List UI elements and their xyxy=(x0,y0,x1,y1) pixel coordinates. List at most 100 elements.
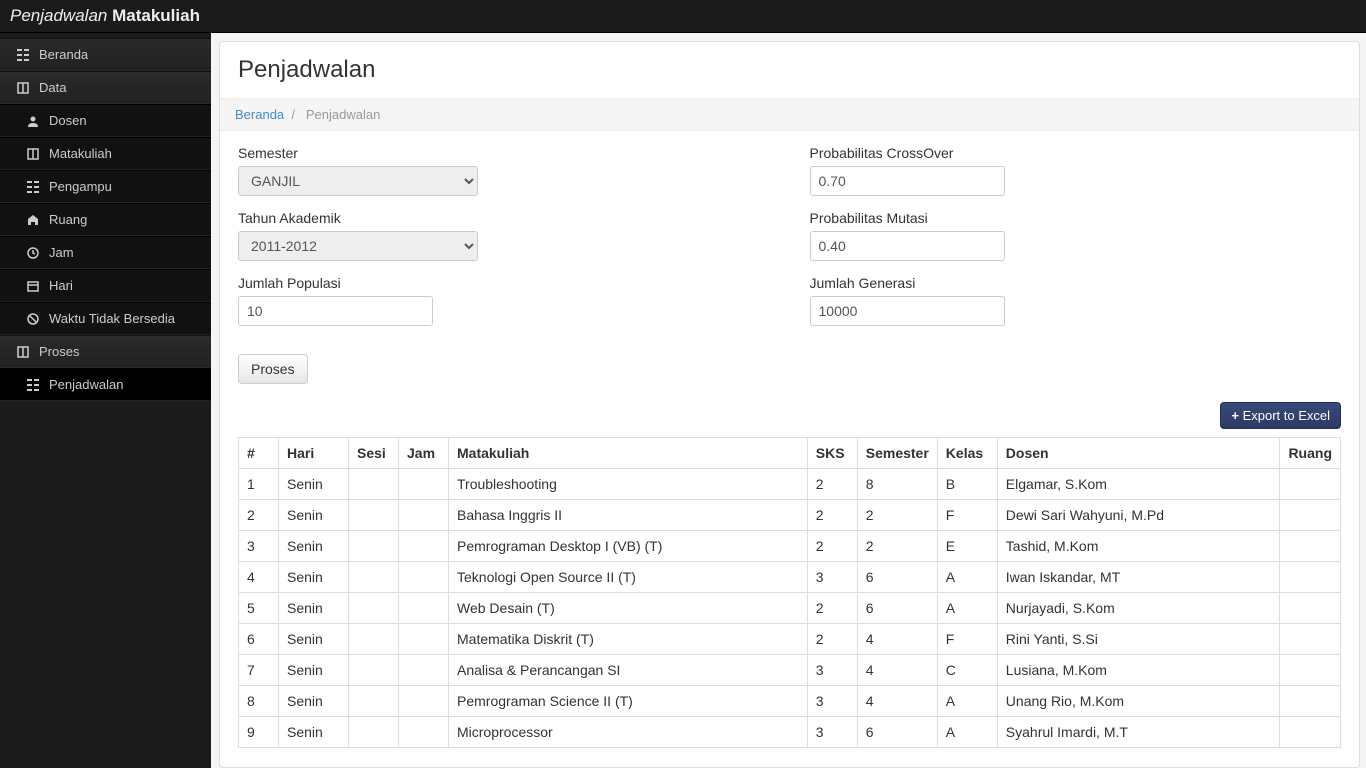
book-icon xyxy=(25,148,41,160)
col-semester: Semester xyxy=(857,438,937,469)
sidebar-item-label: Jam xyxy=(49,245,74,260)
cell-dosen: Dewi Sari Wahyuni, M.Pd xyxy=(997,500,1280,531)
cell-mk: Pemrograman Desktop I (VB) (T) xyxy=(449,531,808,562)
cell-kelas: A xyxy=(937,562,997,593)
cell-hari: Senin xyxy=(279,686,349,717)
table-row: 7SeninAnalisa & Perancangan SI34CLusiana… xyxy=(239,655,1341,686)
col-hari: Hari xyxy=(279,438,349,469)
cell-hari: Senin xyxy=(279,717,349,748)
cell-ruang xyxy=(1280,469,1341,500)
actions-row: Proses xyxy=(220,354,1359,402)
table-row: 9SeninMicroprocessor36ASyahrul Imardi, M… xyxy=(239,717,1341,748)
semester-select[interactable]: GANJIL xyxy=(238,166,478,196)
sidebar-item-dosen[interactable]: Dosen xyxy=(0,104,211,137)
populasi-input[interactable] xyxy=(238,296,433,326)
sidebar-item-label: Ruang xyxy=(49,212,87,227)
cell-kelas: C xyxy=(937,655,997,686)
grid-icon xyxy=(25,379,41,391)
sidebar-item-pengampu[interactable]: Pengampu xyxy=(0,170,211,203)
cell-n: 9 xyxy=(239,717,279,748)
cell-jam xyxy=(399,593,449,624)
sidebar-item-hari[interactable]: Hari xyxy=(0,269,211,302)
sidebar-item-beranda[interactable]: Beranda xyxy=(0,38,211,71)
main: Penjadwalan Beranda / Penjadwalan Semest… xyxy=(211,33,1366,768)
cell-mk: Troubleshooting xyxy=(449,469,808,500)
col-sesi: Sesi xyxy=(349,438,399,469)
cell-sesi xyxy=(349,717,399,748)
cell-sesi xyxy=(349,562,399,593)
cell-dosen: Elgamar, S.Kom xyxy=(997,469,1280,500)
col-matakuliah: Matakuliah xyxy=(449,438,808,469)
cell-mk: Analisa & Perancangan SI xyxy=(449,655,808,686)
sidebar-item-waktu-tidak-bersedia[interactable]: Waktu Tidak Bersedia xyxy=(0,302,211,335)
cell-sesi xyxy=(349,624,399,655)
cell-kelas: A xyxy=(937,686,997,717)
mutasi-input[interactable] xyxy=(810,231,1005,261)
book-icon xyxy=(15,346,31,358)
tahun-select[interactable]: 2011-2012 xyxy=(238,231,478,261)
cell-dosen: Unang Rio, M.Kom xyxy=(997,686,1280,717)
sidebar-item-data[interactable]: Data xyxy=(0,71,211,104)
cell-sks: 2 xyxy=(807,500,857,531)
proses-button[interactable]: Proses xyxy=(238,354,308,384)
cell-sks: 3 xyxy=(807,686,857,717)
cell-sks: 3 xyxy=(807,655,857,686)
cell-sks: 2 xyxy=(807,531,857,562)
export-excel-button[interactable]: + Export to Excel xyxy=(1220,402,1341,429)
cell-ruang xyxy=(1280,593,1341,624)
cell-mk: Web Desain (T) xyxy=(449,593,808,624)
cell-ruang xyxy=(1280,624,1341,655)
cell-mk: Teknologi Open Source II (T) xyxy=(449,562,808,593)
sidebar-item-penjadwalan[interactable]: Penjadwalan xyxy=(0,368,211,401)
cell-mk: Microprocessor xyxy=(449,717,808,748)
cell-n: 5 xyxy=(239,593,279,624)
form-area: Semester GANJIL Tahun Akademik 2011-2012… xyxy=(220,131,1359,354)
cell-sks: 2 xyxy=(807,593,857,624)
breadcrumb-sep: / xyxy=(291,107,295,122)
cell-mk: Bahasa Inggris II xyxy=(449,500,808,531)
col-dosen: Dosen xyxy=(997,438,1280,469)
sidebar-item-label: Proses xyxy=(39,344,79,359)
cell-jam xyxy=(399,686,449,717)
cell-jam xyxy=(399,469,449,500)
sidebar-item-ruang[interactable]: Ruang xyxy=(0,203,211,236)
generasi-input[interactable] xyxy=(810,296,1005,326)
content-panel: Penjadwalan Beranda / Penjadwalan Semest… xyxy=(219,41,1360,768)
cell-n: 6 xyxy=(239,624,279,655)
export-label: Export to Excel xyxy=(1243,408,1330,423)
table-row: 8SeninPemrograman Science II (T)34AUnang… xyxy=(239,686,1341,717)
cell-sks: 2 xyxy=(807,624,857,655)
topbar: Penjadwalan Matakuliah xyxy=(0,0,1366,33)
col-#: # xyxy=(239,438,279,469)
cell-sem: 4 xyxy=(857,686,937,717)
cell-sem: 2 xyxy=(857,531,937,562)
crossover-label: Probabilitas CrossOver xyxy=(810,145,1342,161)
table-row: 2SeninBahasa Inggris II22FDewi Sari Wahy… xyxy=(239,500,1341,531)
calendar-icon xyxy=(25,280,41,292)
col-ruang: Ruang xyxy=(1280,438,1341,469)
table-row: 6SeninMatematika Diskrit (T)24FRini Yant… xyxy=(239,624,1341,655)
breadcrumb-home[interactable]: Beranda xyxy=(235,107,284,122)
sidebar-item-jam[interactable]: Jam xyxy=(0,236,211,269)
cell-jam xyxy=(399,562,449,593)
export-row: + Export to Excel xyxy=(220,402,1359,437)
cell-kelas: F xyxy=(937,624,997,655)
col-jam: Jam xyxy=(399,438,449,469)
table-row: 1SeninTroubleshooting28BElgamar, S.Kom xyxy=(239,469,1341,500)
cell-ruang xyxy=(1280,717,1341,748)
cell-sesi xyxy=(349,655,399,686)
clock-icon xyxy=(25,247,41,259)
grid-icon xyxy=(25,181,41,193)
cell-hari: Senin xyxy=(279,593,349,624)
table-row: 3SeninPemrograman Desktop I (VB) (T)22ET… xyxy=(239,531,1341,562)
col-kelas: Kelas xyxy=(937,438,997,469)
sidebar-item-proses[interactable]: Proses xyxy=(0,335,211,368)
cell-sesi xyxy=(349,500,399,531)
cell-dosen: Iwan Iskandar, MT xyxy=(997,562,1280,593)
cell-jam xyxy=(399,717,449,748)
sidebar-item-matakuliah[interactable]: Matakuliah xyxy=(0,137,211,170)
cell-sesi xyxy=(349,686,399,717)
table-row: 4SeninTeknologi Open Source II (T)36AIwa… xyxy=(239,562,1341,593)
crossover-input[interactable] xyxy=(810,166,1005,196)
cell-jam xyxy=(399,500,449,531)
